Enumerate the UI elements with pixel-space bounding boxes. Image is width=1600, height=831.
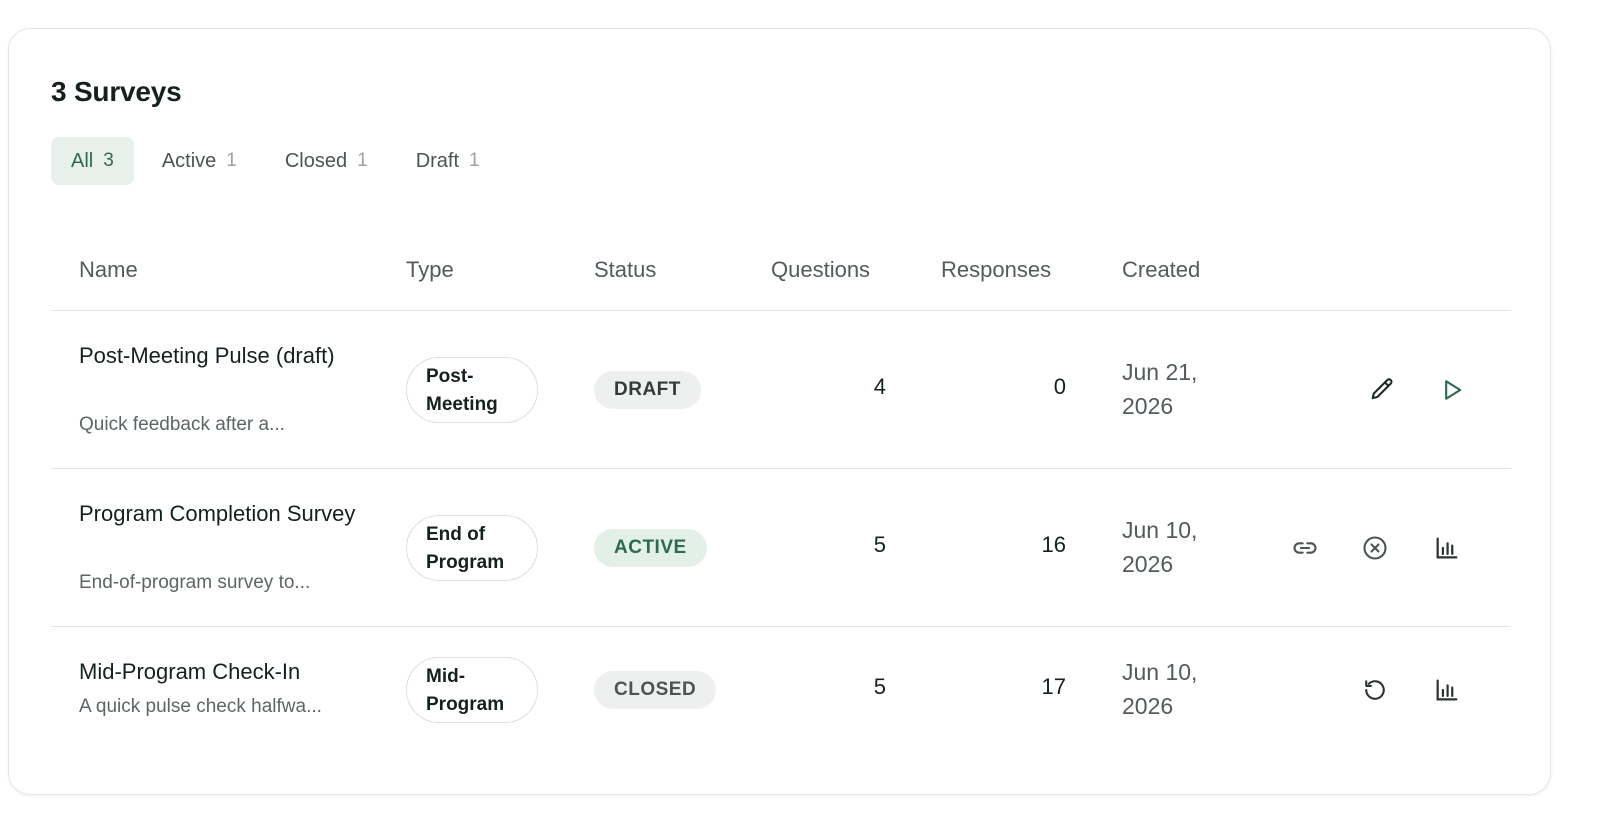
- created-date-line: Jun 10,: [1122, 517, 1198, 543]
- view-results-button[interactable]: [1429, 530, 1465, 566]
- type-line: Mid-: [426, 666, 466, 687]
- table-row[interactable]: Post-Meeting Pulse (draft) Quick feedbac…: [51, 311, 1511, 469]
- type-line: Program: [426, 694, 505, 715]
- type-line: Post-: [426, 366, 474, 387]
- surveys-card: 3 Surveys All 3 Active 1 Closed 1 Draft …: [8, 28, 1551, 795]
- edit-button[interactable]: [1364, 372, 1400, 408]
- questions-count: 4: [873, 374, 886, 399]
- table-row[interactable]: Program Completion Survey End-of-program…: [51, 469, 1511, 627]
- survey-description: End-of-program survey to...: [79, 572, 311, 593]
- tab-draft[interactable]: Draft 1: [396, 137, 500, 185]
- status-badge: DRAFT: [594, 371, 701, 409]
- page-title: 3 Surveys: [51, 76, 182, 107]
- survey-name[interactable]: Post-Meeting Pulse (draft): [79, 339, 369, 373]
- tab-count: 1: [226, 150, 237, 171]
- pencil-icon: [1371, 378, 1393, 400]
- tab-label: Closed: [284, 149, 348, 172]
- column-header-name[interactable]: Name: [79, 257, 138, 283]
- filter-tabs: All 3 Active 1 Closed 1 Draft 1: [51, 137, 508, 185]
- tab-all[interactable]: All 3: [51, 137, 134, 185]
- column-header-type[interactable]: Type: [406, 257, 454, 283]
- tab-active[interactable]: Active 1: [142, 137, 257, 185]
- tab-count: 3: [103, 150, 114, 171]
- activate-button[interactable]: [1434, 372, 1470, 408]
- created-date-line: 2026: [1122, 551, 1174, 577]
- reopen-icon: [1365, 680, 1385, 700]
- questions-count: 5: [873, 674, 886, 699]
- close-circle-icon: [1363, 536, 1387, 560]
- status-badge: ACTIVE: [594, 529, 707, 567]
- play-icon: [1445, 380, 1462, 400]
- responses-count: 17: [1041, 674, 1066, 699]
- type-line: End of: [426, 524, 486, 545]
- close-survey-button[interactable]: [1357, 530, 1393, 566]
- responses-count: 0: [1053, 374, 1066, 399]
- created-date: Jun 10, 2026: [1122, 655, 1232, 723]
- created-date: Jun 10, 2026: [1122, 513, 1232, 581]
- type-line: Meeting: [426, 394, 498, 415]
- status-badge: CLOSED: [594, 671, 717, 709]
- tab-label: All: [71, 149, 94, 172]
- created-date: Jun 21, 2026: [1122, 355, 1232, 423]
- column-header-status[interactable]: Status: [594, 257, 656, 283]
- created-date-line: 2026: [1122, 693, 1174, 719]
- type-pill: End of Program: [406, 515, 538, 581]
- survey-name[interactable]: Mid-Program Check-In: [79, 655, 369, 689]
- copy-link-button[interactable]: [1287, 530, 1323, 566]
- type-pill: Post- Meeting: [406, 357, 538, 423]
- column-header-created[interactable]: Created: [1122, 257, 1200, 283]
- survey-description: A quick pulse check halfwa...: [79, 696, 322, 717]
- bar-chart-icon: [1436, 679, 1458, 701]
- tab-count: 1: [357, 150, 368, 171]
- tab-label: Active: [161, 149, 217, 172]
- view-results-button[interactable]: [1429, 672, 1465, 708]
- type-pill: Mid- Program: [406, 657, 538, 723]
- created-date-line: 2026: [1122, 393, 1174, 419]
- link-icon: [1293, 542, 1317, 554]
- tab-label: Draft: [415, 149, 460, 172]
- survey-name[interactable]: Program Completion Survey: [79, 497, 369, 531]
- table-header: Name Type Status Questions Responses Cre…: [51, 229, 1511, 311]
- questions-count: 5: [873, 532, 886, 557]
- responses-count: 16: [1041, 532, 1066, 557]
- tab-count: 1: [469, 150, 480, 171]
- created-date-line: Jun 21,: [1122, 359, 1198, 385]
- table-row[interactable]: Mid-Program Check-In A quick pulse check…: [51, 627, 1511, 755]
- type-line: Program: [426, 552, 505, 573]
- created-date-line: Jun 10,: [1122, 659, 1198, 685]
- column-header-questions[interactable]: Questions: [771, 257, 870, 283]
- bar-chart-icon: [1436, 537, 1458, 559]
- reopen-button[interactable]: [1357, 672, 1393, 708]
- survey-description: Quick feedback after a...: [79, 414, 285, 435]
- tab-closed[interactable]: Closed 1: [265, 137, 388, 185]
- column-header-responses[interactable]: Responses: [941, 257, 1051, 283]
